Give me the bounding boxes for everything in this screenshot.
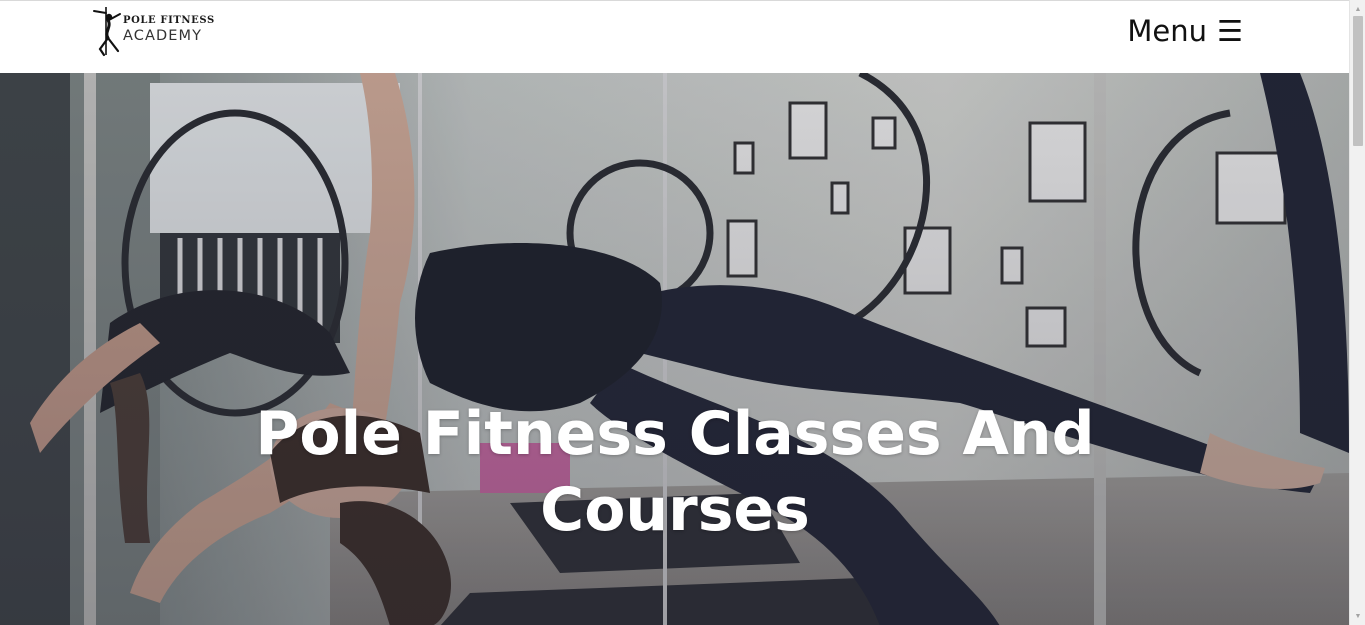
menu-label: Menu [1127, 14, 1207, 48]
page-viewport: POLE FITNESS ACADEMY Menu ☰ Pole Fitness… [0, 0, 1349, 625]
scrollbar-thumb[interactable] [1353, 16, 1363, 146]
hamburger-icon: ☰ [1217, 13, 1243, 48]
vertical-scrollbar[interactable]: ▲ ▼ [1349, 0, 1365, 625]
scroll-down-arrow-icon[interactable]: ▼ [1350, 609, 1365, 623]
scroll-up-arrow-icon[interactable]: ▲ [1350, 2, 1365, 16]
logo-text-top: POLE FITNESS [123, 15, 215, 26]
site-logo[interactable]: POLE FITNESS ACADEMY [90, 5, 215, 57]
logo-text-bottom: ACADEMY [123, 28, 203, 44]
hero-banner: Pole Fitness Classes And Courses [0, 73, 1349, 625]
hero-title: Pole Fitness Classes And Courses [255, 399, 1095, 545]
site-header: POLE FITNESS ACADEMY Menu ☰ [0, 1, 1349, 73]
menu-button[interactable]: Menu ☰ [1127, 14, 1243, 48]
